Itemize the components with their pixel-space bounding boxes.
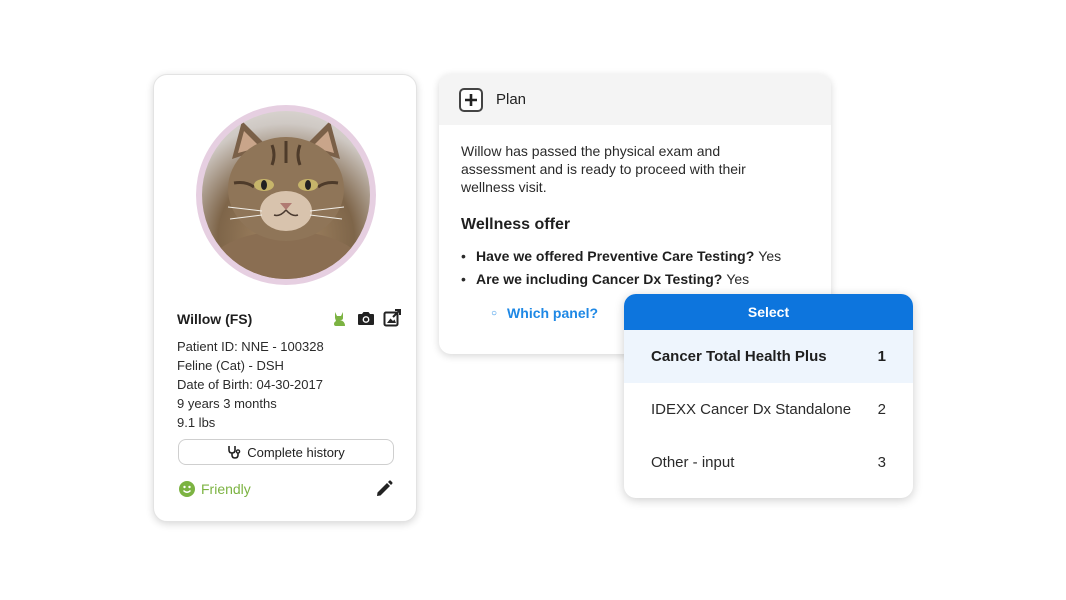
complete-history-button[interactable]: Complete history	[178, 439, 394, 465]
patient-name: Willow (FS)	[177, 311, 253, 327]
patient-species: Feline (Cat) - DSH	[177, 358, 284, 373]
offer-answer: Yes	[726, 271, 750, 287]
patient-details: Patient ID: NNE - 100328 Feline (Cat) - …	[177, 337, 324, 432]
panel-select-dropdown: Select Cancer Total Health Plus 1 IDEXX …	[624, 294, 913, 498]
option-number: 2	[877, 401, 886, 418]
option-label: Cancer Total Health Plus	[651, 348, 827, 365]
select-header: Select	[624, 294, 913, 330]
pencil-icon[interactable]	[375, 480, 395, 500]
complete-history-label: Complete history	[247, 444, 345, 460]
circle-bullet-icon: ○	[491, 307, 498, 319]
plan-header: Plan	[439, 74, 831, 125]
temperament-label: Friendly	[201, 481, 251, 497]
cat-icon[interactable]	[330, 308, 350, 328]
plus-icon[interactable]	[459, 87, 483, 112]
patient-weight: 9.1 lbs	[177, 415, 216, 430]
patient-card: Willow (FS) Patient ID: NNE - 100328 Fel…	[153, 74, 417, 522]
option-cancer-total-health-plus[interactable]: Cancer Total Health Plus 1	[624, 330, 913, 383]
offer-question: Have we offered Preventive Care Testing?	[476, 248, 755, 264]
smiley-icon	[179, 481, 195, 497]
which-panel-label: Which panel?	[507, 305, 599, 321]
patient-age: 9 years 3 months	[177, 396, 277, 411]
avatar	[196, 105, 376, 285]
option-label: Other - input	[651, 454, 735, 471]
image-upload-icon[interactable]	[382, 308, 402, 328]
patient-dob: Date of Birth: 04-30-2017	[177, 377, 323, 392]
option-label: IDEXX Cancer Dx Standalone	[651, 401, 852, 418]
offer-list: • Have we offered Preventive Care Testin…	[461, 245, 809, 291]
offer-item: • Have we offered Preventive Care Testin…	[461, 245, 809, 268]
offer-answer: Yes	[758, 248, 782, 264]
stethoscope-icon	[227, 445, 241, 459]
plan-title: Plan	[496, 91, 527, 108]
option-number: 1	[877, 348, 886, 365]
offer-question: Are we including Cancer Dx Testing?	[476, 271, 723, 287]
patient-actions	[330, 308, 402, 328]
plan-summary: Willow has passed the physical exam and …	[461, 143, 746, 195]
wellness-offer-title: Wellness offer	[461, 216, 571, 233]
temperament-badge: Friendly	[179, 481, 251, 497]
option-idexx-cancer-dx-standalone[interactable]: IDEXX Cancer Dx Standalone 2	[624, 383, 913, 436]
plan-body: Willow has passed the physical exam and …	[439, 125, 831, 321]
patient-id: Patient ID: NNE - 100328	[177, 339, 324, 354]
cat-illustration	[206, 121, 366, 279]
camera-icon[interactable]	[356, 308, 376, 328]
option-other-input[interactable]: Other - input 3	[624, 436, 913, 489]
offer-item: • Are we including Cancer Dx Testing? Ye…	[461, 268, 809, 291]
option-number: 3	[877, 454, 886, 471]
cat-photo	[202, 111, 370, 279]
